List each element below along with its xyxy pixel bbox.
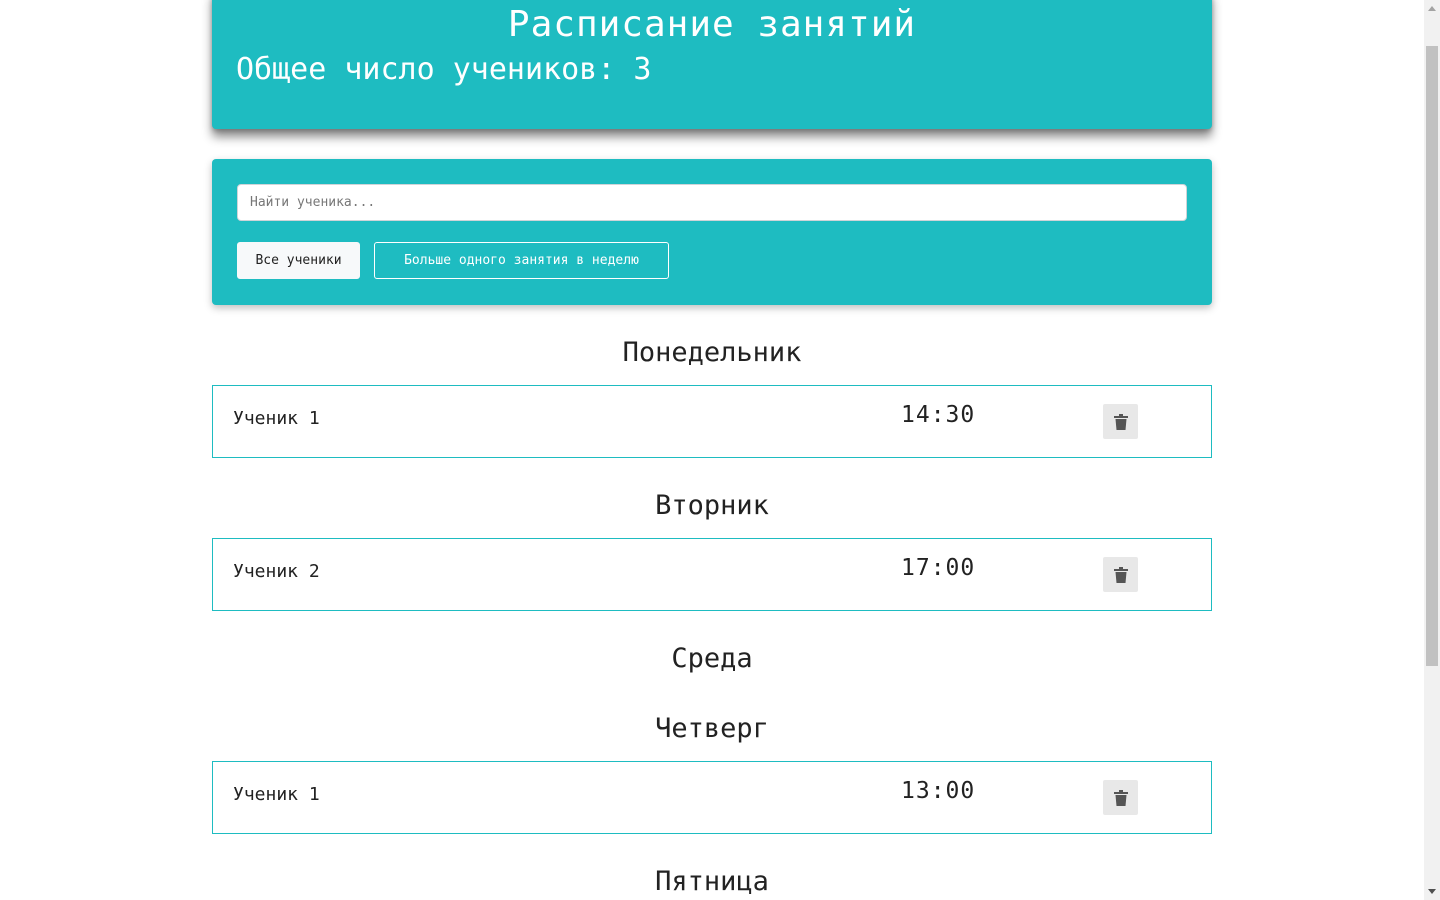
filter-all-students-button[interactable]: Все ученики [237, 242, 360, 279]
day-title-thursday: Четверг [655, 713, 769, 744]
lesson-time: 17:00 [901, 555, 976, 581]
trash-icon [1113, 413, 1128, 430]
lesson-card: Ученик 1 14:30 [212, 385, 1212, 458]
filter-multiple-lessons-button[interactable]: Больше одного занятия в неделю [374, 242, 669, 279]
day-title-monday: Понедельник [622, 337, 802, 368]
lesson-student: Ученик 1 [233, 408, 320, 429]
lesson-time: 13:00 [901, 778, 976, 804]
lesson-student: Ученик 1 [233, 784, 320, 805]
vertical-scrollbar[interactable] [1424, 0, 1440, 900]
student-count: Общее число учеников: 3 [236, 52, 652, 87]
lesson-time: 14:30 [901, 402, 976, 428]
search-panel: Все ученики Больше одного занятия в неде… [212, 159, 1212, 305]
day-title-tuesday: Вторник [655, 490, 769, 521]
lesson-card: Ученик 1 13:00 [212, 761, 1212, 834]
scrollbar-thumb[interactable] [1426, 46, 1438, 666]
page-title: Расписание занятий [507, 4, 917, 45]
lesson-card: Ученик 2 17:00 [212, 538, 1212, 611]
delete-lesson-button[interactable] [1103, 557, 1138, 592]
delete-lesson-button[interactable] [1103, 404, 1138, 439]
delete-lesson-button[interactable] [1103, 780, 1138, 815]
lesson-student: Ученик 2 [233, 561, 320, 582]
trash-icon [1113, 566, 1128, 583]
page: Расписание занятий Общее число учеников:… [0, 0, 1424, 900]
header-panel: Расписание занятий Общее число учеников:… [212, 0, 1212, 129]
scroll-down-arrow-icon[interactable] [1424, 883, 1440, 900]
day-title-friday: Пятница [655, 866, 769, 897]
trash-icon [1113, 789, 1128, 806]
search-input[interactable] [237, 184, 1187, 221]
day-title-wednesday: Среда [671, 643, 753, 674]
scroll-up-arrow-icon[interactable] [1424, 0, 1440, 17]
